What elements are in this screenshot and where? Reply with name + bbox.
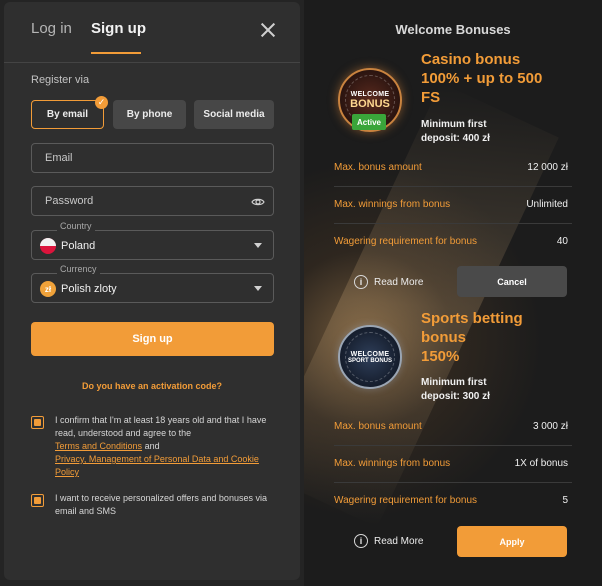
title-line: bonus [421, 329, 466, 346]
tab-login[interactable]: Log in [31, 20, 72, 37]
row-key: Max. bonus amount [334, 162, 422, 173]
currency-select[interactable]: Currency zł Polish zloty [31, 264, 274, 303]
consent-and: and [144, 441, 160, 451]
country-select[interactable]: Country Poland [31, 221, 274, 260]
coin-text: WELCOME [350, 350, 390, 358]
info-icon: i [354, 275, 368, 289]
row-key: Wagering requirement for bonus [334, 236, 478, 247]
zloty-icon: zł [40, 281, 56, 297]
country-value: Poland [61, 240, 96, 252]
casino-row-wagering: Wagering requirement for bonus 40 [334, 236, 568, 250]
title-line: FS [421, 89, 441, 106]
password-field[interactable]: Password [31, 186, 274, 216]
method-email-label: By email [46, 109, 89, 120]
privacy-policy-link[interactable]: Privacy, Management of Personal Data and… [55, 454, 259, 477]
row-value: 1X of bonus [514, 458, 568, 469]
signup-button[interactable]: Sign up [31, 322, 274, 356]
close-icon[interactable] [260, 22, 276, 38]
min-line: Minimum first [421, 377, 487, 388]
sports-min-deposit: Minimum first deposit: 300 zł [421, 376, 490, 404]
activation-code-link[interactable]: Do you have an activation code? [4, 381, 300, 391]
bonuses-title: Welcome Bonuses [395, 22, 511, 37]
row-key: Wagering requirement for bonus [334, 495, 478, 506]
coin-text: BONUS [350, 97, 390, 110]
row-value: Unlimited [526, 199, 568, 210]
sports-row-max-winnings: Max. winnings from bonus 1X of bonus [334, 458, 568, 472]
register-via-label: Register via [31, 74, 90, 86]
title-line: 100% + up to 500 [421, 70, 543, 87]
sports-row-wagering: Wagering requirement for bonus 5 [334, 495, 568, 509]
poland-flag-icon [40, 238, 56, 254]
age-consent-text: I confirm that I'm at least 18 years old… [55, 414, 280, 479]
method-social-button[interactable]: Social media [194, 100, 274, 129]
casino-bonus-title: Casino bonus 100% + up to 500 FS [421, 50, 542, 107]
email-field[interactable]: Email [31, 143, 274, 173]
min-line: deposit: 300 zł [421, 391, 490, 402]
divider [334, 223, 572, 224]
row-value: 5 [562, 495, 568, 506]
sports-read-more[interactable]: i Read More [354, 534, 423, 548]
casino-row-max-winnings: Max. winnings from bonus Unlimited [334, 199, 568, 213]
coin-text: WELCOME [350, 90, 390, 98]
email-placeholder: Email [45, 152, 73, 164]
currency-label: Currency [57, 264, 100, 274]
sports-row-max-amount: Max. bonus amount 3 000 zł [334, 421, 568, 435]
row-value: 40 [556, 236, 568, 247]
offers-checkbox[interactable] [31, 494, 44, 507]
casino-min-deposit: Minimum first deposit: 400 zł [421, 118, 490, 146]
row-value: 3 000 zł [532, 421, 568, 432]
offers-text: I want to receive personalized offers an… [55, 493, 267, 516]
sports-bonus-title: Sports betting bonus 150% [421, 309, 523, 366]
title-line: Sports betting [421, 310, 523, 327]
title-line: Casino bonus [421, 51, 521, 68]
chevron-down-icon [254, 286, 262, 291]
app: Log in Sign up Register via By email ✓ B… [0, 0, 602, 586]
read-more-label: Read More [374, 276, 424, 288]
min-line: deposit: 400 zł [421, 133, 490, 144]
bonuses-panel: Welcome Bonuses WELCOME BONUS Active Cas… [304, 0, 602, 586]
read-more-label: Read More [374, 535, 424, 547]
coin-text: SPORT BONUS [347, 357, 392, 364]
info-icon: i [354, 534, 368, 548]
divider [334, 445, 572, 446]
method-phone-label: By phone [126, 109, 173, 120]
signup-panel: Log in Sign up Register via By email ✓ B… [4, 2, 300, 580]
row-value: 12 000 zł [527, 162, 568, 173]
active-tab-indicator [91, 52, 141, 54]
sports-bonus-coin: WELCOME SPORT BONUS [338, 325, 402, 389]
check-icon: ✓ [95, 96, 108, 109]
divider [4, 62, 300, 63]
method-phone-button[interactable]: By phone [113, 100, 186, 129]
row-key: Max. bonus amount [334, 421, 422, 432]
currency-value: Polish zloty [61, 283, 117, 295]
eye-icon[interactable] [251, 195, 265, 209]
age-consent-checkbox[interactable] [31, 416, 44, 429]
row-key: Max. winnings from bonus [334, 458, 451, 469]
method-social-label: Social media [203, 109, 265, 120]
row-key: Max. winnings from bonus [334, 199, 451, 210]
country-label: Country [57, 221, 95, 231]
chevron-down-icon [254, 243, 262, 248]
cancel-bonus-button[interactable]: Cancel [457, 266, 567, 297]
divider [334, 482, 572, 483]
method-email-button[interactable]: By email ✓ [31, 96, 108, 129]
title-line: 150% [421, 348, 460, 365]
apply-bonus-button[interactable]: Apply [457, 526, 567, 557]
active-badge: Active [352, 114, 386, 130]
terms-link[interactable]: Terms and Conditions [55, 441, 142, 451]
password-placeholder: Password [45, 195, 94, 207]
tab-signup[interactable]: Sign up [91, 20, 146, 37]
min-line: Minimum first [421, 119, 487, 130]
divider [334, 186, 572, 187]
consent-text: I confirm that I'm at least 18 years old… [55, 415, 267, 438]
casino-read-more[interactable]: i Read More [354, 275, 423, 289]
casino-row-max-amount: Max. bonus amount 12 000 zł [334, 162, 568, 176]
